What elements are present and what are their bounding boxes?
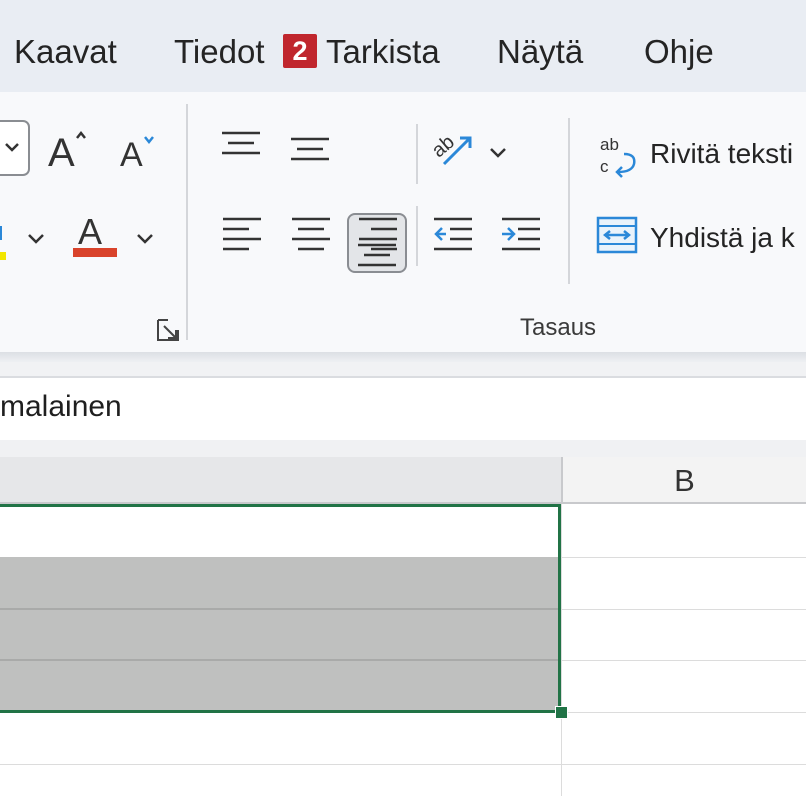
fill-color-icon[interactable] (0, 218, 10, 262)
decrease-indent-icon[interactable] (432, 216, 474, 256)
align-top-icon[interactable] (220, 130, 262, 160)
column-header-b[interactable]: B (561, 457, 806, 504)
fill-handle[interactable] (555, 706, 568, 719)
wrap-text-icon[interactable]: ab c (598, 134, 640, 180)
merge-center-icon[interactable] (596, 216, 638, 256)
selection-outline[interactable] (0, 504, 561, 713)
align-right-icon[interactable] (357, 216, 399, 256)
increase-font-size-icon[interactable]: A (46, 128, 90, 172)
font-dialog-launcher-icon[interactable] (156, 318, 180, 342)
svg-text:A: A (78, 211, 102, 252)
svg-text:c: c (600, 157, 609, 176)
keytip-badge: 2 (283, 34, 317, 68)
font-color-icon[interactable]: A (72, 210, 118, 260)
svg-text:ab: ab (430, 131, 459, 162)
align-middle-icon[interactable] (289, 136, 331, 166)
tab-kaavat[interactable]: Kaavat (14, 30, 117, 74)
ribbon-shadow (0, 352, 806, 362)
svg-text:A: A (120, 136, 143, 172)
wrap-text-label[interactable]: Rivitä teksti (650, 138, 793, 170)
row-gridline (0, 764, 806, 765)
formula-bar[interactable]: malainen (0, 376, 806, 442)
formula-bar-content[interactable]: malainen (0, 390, 122, 424)
formula-bar-gap (0, 362, 806, 376)
align-center-icon[interactable] (290, 216, 332, 256)
orientation-chevron-down-icon[interactable] (488, 142, 508, 162)
fill-color-chevron-down-icon[interactable] (26, 228, 46, 248)
column-header-a[interactable] (0, 457, 561, 504)
tab-ohje[interactable]: Ohje (644, 30, 714, 74)
inner-separator (416, 124, 418, 184)
inner-separator (416, 206, 418, 266)
group-separator (568, 118, 570, 284)
sheet-gap (0, 440, 806, 457)
font-size-dropdown[interactable] (0, 120, 32, 178)
ribbon-tabs: Kaavat Tiedot 2 Tarkista Näytä Ohje (0, 0, 806, 92)
align-left-icon[interactable] (221, 216, 263, 256)
tab-tiedot[interactable]: Tiedot (174, 30, 265, 74)
decrease-font-size-icon[interactable]: A (118, 132, 162, 172)
tab-nayta[interactable]: Näytä (497, 30, 583, 74)
merge-center-label[interactable]: Yhdistä ja k (650, 222, 795, 254)
svg-text:ab: ab (600, 135, 619, 154)
increase-indent-icon[interactable] (500, 216, 542, 256)
svg-text:A: A (48, 131, 75, 172)
text-orientation-icon[interactable]: ab (430, 126, 476, 172)
alignment-group-label: Tasaus (520, 314, 597, 341)
ribbon: A A A ab ab c Rivitä teksti Yhdistä ja k… (0, 92, 806, 352)
group-separator (186, 104, 188, 340)
column-gridline (561, 504, 562, 796)
font-color-chevron-down-icon[interactable] (135, 228, 155, 248)
tab-tarkista[interactable]: Tarkista (326, 30, 440, 74)
